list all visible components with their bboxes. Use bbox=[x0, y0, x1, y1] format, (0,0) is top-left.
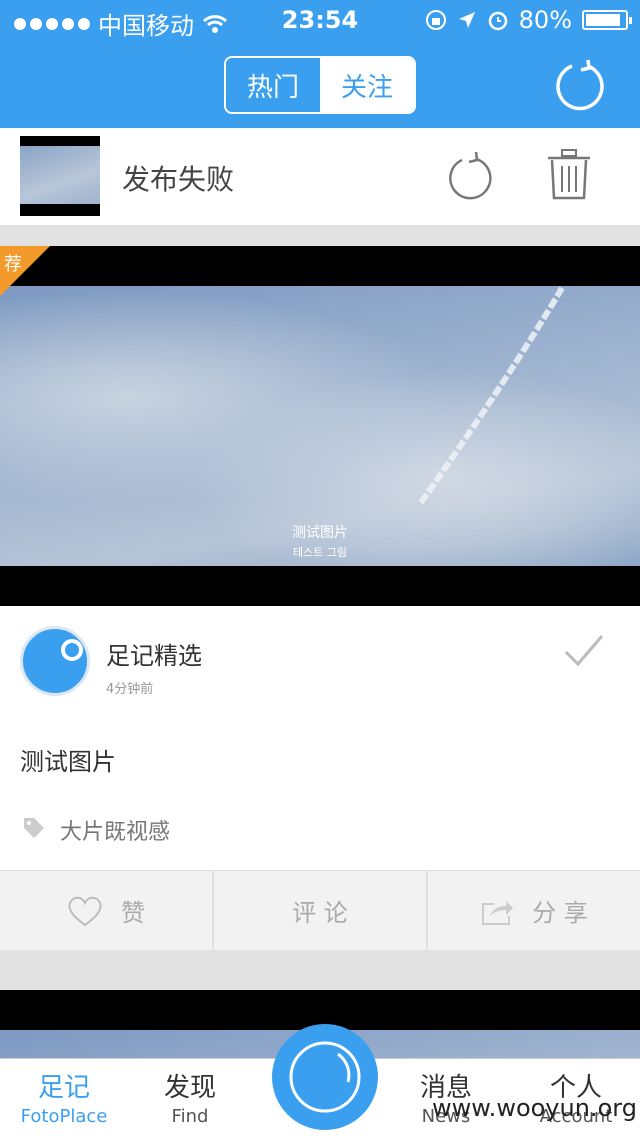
post-tag[interactable]: 大片既视感 bbox=[60, 814, 170, 846]
post-time: 4分钟前 bbox=[106, 682, 154, 697]
author-name[interactable]: 足记精选 bbox=[106, 636, 202, 671]
heart-icon bbox=[68, 896, 102, 926]
watermark-text: www.wooyun.org bbox=[432, 1094, 637, 1122]
recommended-badge-label: 荐 bbox=[4, 254, 22, 275]
failed-upload-bar: 发布失败 bbox=[0, 128, 640, 226]
share-button[interactable]: 分 享 bbox=[428, 871, 640, 950]
image-caption: 测试图片 테스트 그림 bbox=[0, 522, 640, 560]
checkmark-icon[interactable] bbox=[564, 634, 604, 668]
post-card-body: 足记精选 4分钟前 测试图片 大片既视感 bbox=[0, 606, 640, 870]
tab-sublabel: FotoPlace bbox=[20, 1106, 108, 1127]
share-icon bbox=[482, 900, 514, 925]
share-label: 分 享 bbox=[532, 899, 588, 927]
battery-icon bbox=[582, 10, 632, 30]
camera-button[interactable] bbox=[272, 1024, 378, 1130]
refresh-icon[interactable] bbox=[552, 56, 608, 112]
tab-follow[interactable]: 关注 bbox=[320, 58, 414, 112]
failed-upload-label: 发布失败 bbox=[122, 163, 235, 196]
like-label: 赞 bbox=[121, 899, 145, 927]
post-description: 测试图片 bbox=[20, 748, 116, 776]
camera-shutter-icon bbox=[289, 1041, 361, 1113]
battery-percent: 80% bbox=[518, 6, 572, 34]
contrail-decoration bbox=[417, 286, 565, 506]
trash-icon[interactable] bbox=[546, 148, 592, 202]
image-caption-main: 测试图片 bbox=[292, 525, 348, 541]
tab-label: 发现 bbox=[163, 1073, 216, 1103]
status-bar: 中国移动 23:54 80% bbox=[0, 0, 640, 40]
location-icon bbox=[458, 12, 475, 28]
location-pin-icon bbox=[61, 639, 83, 661]
alarm-icon bbox=[488, 11, 507, 31]
failed-upload-thumbnail bbox=[20, 136, 100, 216]
post-actions: 赞 评 论 分 享 bbox=[0, 870, 640, 950]
tag-icon bbox=[24, 818, 44, 838]
tab-fotoplace[interactable]: 足记 FotoPlace bbox=[0, 1067, 128, 1127]
comment-button[interactable]: 评 论 bbox=[214, 871, 428, 950]
tab-find[interactable]: 发现 Find bbox=[126, 1067, 254, 1127]
image-caption-sub: 테스트 그림 bbox=[292, 546, 348, 559]
retry-upload-icon[interactable] bbox=[446, 150, 494, 200]
tab-label: 足记 bbox=[37, 1073, 90, 1103]
tab-hot[interactable]: 热门 bbox=[226, 58, 320, 112]
feed-segmented-control: 热门 关注 bbox=[224, 56, 416, 114]
post-image[interactable]: 测试图片 테스트 그림 荐 bbox=[0, 246, 640, 606]
comment-label: 评 论 bbox=[292, 899, 348, 927]
top-header: 中国移动 23:54 80% 热门 关注 bbox=[0, 0, 640, 128]
like-button[interactable]: 赞 bbox=[0, 871, 214, 950]
rotation-lock-icon bbox=[425, 10, 446, 30]
tab-sublabel: Find bbox=[171, 1106, 209, 1127]
avatar[interactable] bbox=[20, 626, 90, 696]
